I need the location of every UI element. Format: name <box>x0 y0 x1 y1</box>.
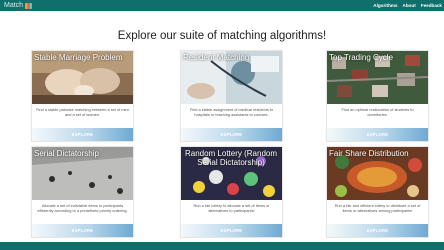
brand-name: Match <box>4 2 24 9</box>
explore-button[interactable]: EXPLORE <box>181 224 282 237</box>
page-title: Explore our suite of matching algorithms… <box>117 30 327 42</box>
card-description: Find a stable pairwise matching between … <box>36 107 129 117</box>
card-title: Stable Marriage Problem <box>34 53 123 62</box>
nav-link-algorithms[interactable]: Algorithms <box>373 0 397 11</box>
algorithm-card-stable-marriage: Stable Marriage Problem Find a stable pa… <box>31 50 134 142</box>
algorithm-card-top-trading-cycle: Top Trading Cycle Find an optimal reallo… <box>326 50 429 142</box>
algorithm-card-serial-dictatorship: Serial Dictatorship Allocate a set of in… <box>31 146 134 238</box>
nav-link-feedback[interactable]: Feedback <box>421 0 442 11</box>
card-title: Top Trading Cycle <box>329 53 394 62</box>
footer <box>0 242 444 250</box>
brand-logo[interactable]: Match <box>4 0 33 11</box>
algorithm-card-fair-share: Fair Share Distribution Run a fair and e… <box>326 146 429 238</box>
nav-links: Algorithms About Feedback <box>373 0 442 11</box>
card-description: Run a fair lottery to allocate a set of … <box>193 203 270 213</box>
card-title: Serial Dictatorship <box>34 149 99 158</box>
algorithm-card-random-lottery: Random Lottery (Random Serial Dictatorsh… <box>180 146 283 238</box>
explore-button[interactable]: EXPLORE <box>327 224 428 237</box>
card-description: Find an optimal reallocation of students… <box>341 107 414 117</box>
card-title: Fair Share Distribution <box>329 149 409 158</box>
explore-button[interactable]: EXPLORE <box>181 128 282 141</box>
explore-button[interactable]: EXPLORE <box>32 128 133 141</box>
card-description: Find a stable assignment of medical resi… <box>189 107 274 117</box>
explore-button[interactable]: EXPLORE <box>327 128 428 141</box>
algorithm-card-resident-matching: Resident Matching Find a stable assignme… <box>180 50 283 142</box>
explore-button[interactable]: EXPLORE <box>32 224 133 237</box>
navbar: Match Algorithms About Feedback <box>0 0 444 11</box>
card-description: Allocate a set of indivisible items to p… <box>37 203 128 213</box>
card-description: Run a fair and efficient lottery to dist… <box>334 203 421 213</box>
logo-icon <box>25 2 33 9</box>
card-title: Resident Matching <box>183 53 250 62</box>
card-title: Random Lottery (Random Serial Dictatorsh… <box>184 149 278 167</box>
nav-link-about[interactable]: About <box>403 0 416 11</box>
